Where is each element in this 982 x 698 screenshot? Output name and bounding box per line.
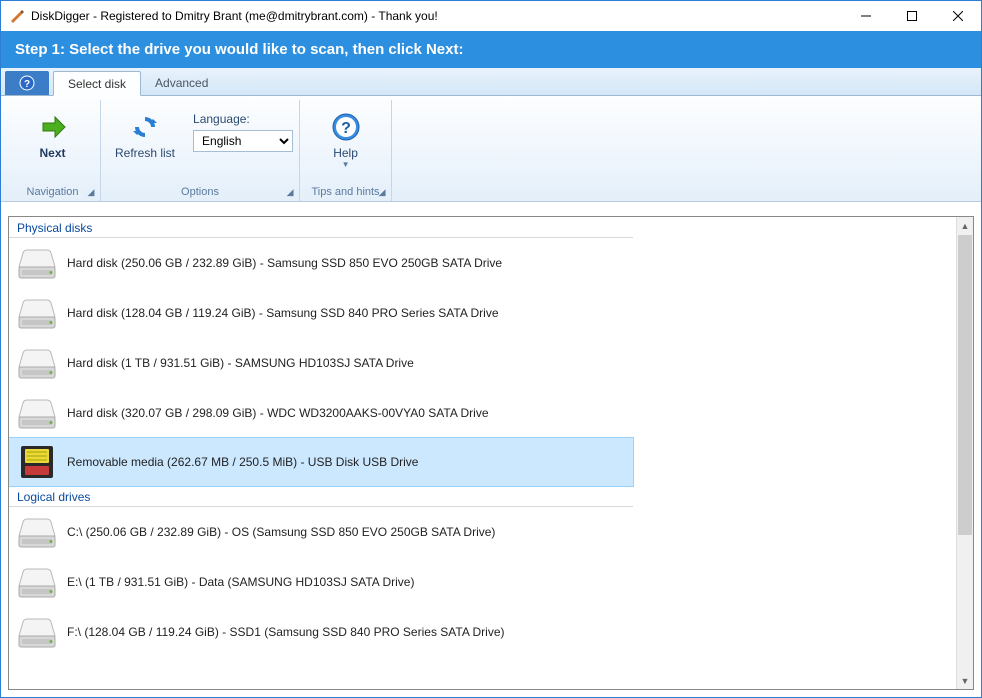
dialog-launcher-tips[interactable]: ◢ [375, 185, 389, 199]
drive-label: Hard disk (250.06 GB / 232.89 GiB) - Sam… [67, 256, 502, 270]
drive-label: Hard disk (128.04 GB / 119.24 GiB) - Sam… [67, 306, 499, 320]
hard-disk-icon [15, 343, 59, 383]
hard-disk-icon [15, 243, 59, 283]
refresh-list-button[interactable]: Refresh list [107, 108, 183, 162]
language-selector: Language: English [193, 108, 293, 152]
app-icon [9, 8, 25, 24]
drive-label: Removable media (262.67 MB / 250.5 MiB) … [67, 455, 418, 469]
refresh-icon [129, 110, 161, 144]
svg-text:?: ? [24, 79, 30, 90]
drive-label: Hard disk (320.07 GB / 298.09 GiB) - WDC… [67, 406, 489, 420]
ribbon-group-label-tips: Tips and hints [306, 184, 385, 201]
help-icon: ? [330, 110, 362, 144]
drive-label: Hard disk (1 TB / 931.51 GiB) - SAMSUNG … [67, 356, 414, 370]
removable-media-icon [15, 442, 59, 482]
step-banner: Step 1: Select the drive you would like … [1, 31, 981, 68]
logical-drive-item[interactable]: F:\ (128.04 GB / 119.24 GiB) - SSD1 (Sam… [9, 607, 633, 657]
language-label: Language: [193, 112, 293, 126]
ribbon-group-label-options: Options [107, 184, 293, 201]
drive-label: F:\ (128.04 GB / 119.24 GiB) - SSD1 (Sam… [67, 625, 505, 639]
drive-list-scroll: Physical disks Hard disk (250.06 GB / 23… [9, 217, 956, 689]
ribbon: Next Navigation ◢ Refresh list Language:… [1, 96, 981, 202]
physical-disk-item[interactable]: Hard disk (250.06 GB / 232.89 GiB) - Sam… [9, 238, 633, 288]
hard-disk-icon [15, 293, 59, 333]
minimize-button[interactable] [843, 1, 889, 31]
hard-disk-icon [15, 562, 59, 602]
hard-disk-icon [15, 512, 59, 552]
physical-disk-item[interactable]: Hard disk (320.07 GB / 298.09 GiB) - WDC… [9, 388, 633, 438]
vertical-scrollbar[interactable]: ▲ ▼ [956, 217, 973, 689]
scroll-down-arrow[interactable]: ▼ [957, 672, 973, 689]
ribbon-group-options: Refresh list Language: English Options ◢ [101, 100, 300, 201]
dropdown-icon: ▼ [342, 160, 350, 169]
section-logical-drives: Logical drives [9, 486, 633, 507]
physical-disk-item[interactable]: Hard disk (1 TB / 931.51 GiB) - SAMSUNG … [9, 338, 633, 388]
section-physical-disks: Physical disks [9, 217, 633, 238]
window-title: DiskDigger - Registered to Dmitry Brant … [31, 9, 843, 23]
refresh-label: Refresh list [115, 146, 175, 160]
window-controls [843, 1, 981, 31]
svg-text:?: ? [341, 120, 351, 137]
logical-drive-item[interactable]: E:\ (1 TB / 931.51 GiB) - Data (SAMSUNG … [9, 557, 633, 607]
next-button[interactable]: Next [27, 108, 79, 162]
file-tab-help[interactable]: ? [5, 71, 49, 95]
ribbon-group-tips: ? Help ▼ Tips and hints ◢ [300, 100, 392, 201]
tab-strip: ? Select disk Advanced [1, 68, 981, 96]
drive-list-panel: Physical disks Hard disk (250.06 GB / 23… [8, 216, 974, 690]
drive-label: C:\ (250.06 GB / 232.89 GiB) - OS (Samsu… [67, 525, 495, 539]
help-label: Help [333, 146, 358, 160]
logical-drive-item[interactable]: C:\ (250.06 GB / 232.89 GiB) - OS (Samsu… [9, 507, 633, 557]
hard-disk-icon [15, 393, 59, 433]
tab-advanced[interactable]: Advanced [141, 70, 222, 95]
language-dropdown[interactable]: English [193, 130, 293, 152]
drive-label: E:\ (1 TB / 931.51 GiB) - Data (SAMSUNG … [67, 575, 414, 589]
physical-disk-item[interactable]: Hard disk (128.04 GB / 119.24 GiB) - Sam… [9, 288, 633, 338]
help-button[interactable]: ? Help ▼ [320, 108, 372, 171]
titlebar: DiskDigger - Registered to Dmitry Brant … [1, 1, 981, 31]
arrow-right-icon [37, 110, 69, 144]
scroll-thumb[interactable] [958, 235, 972, 535]
close-button[interactable] [935, 1, 981, 31]
ribbon-group-label-navigation: Navigation [11, 184, 94, 201]
dialog-launcher-navigation[interactable]: ◢ [84, 185, 98, 199]
maximize-button[interactable] [889, 1, 935, 31]
dialog-launcher-options[interactable]: ◢ [283, 185, 297, 199]
scroll-up-arrow[interactable]: ▲ [957, 217, 973, 234]
tab-select-disk[interactable]: Select disk [53, 71, 141, 96]
next-label: Next [39, 146, 65, 160]
hard-disk-icon [15, 612, 59, 652]
physical-disk-item[interactable]: Removable media (262.67 MB / 250.5 MiB) … [9, 437, 634, 487]
ribbon-group-navigation: Next Navigation ◢ [5, 100, 101, 201]
